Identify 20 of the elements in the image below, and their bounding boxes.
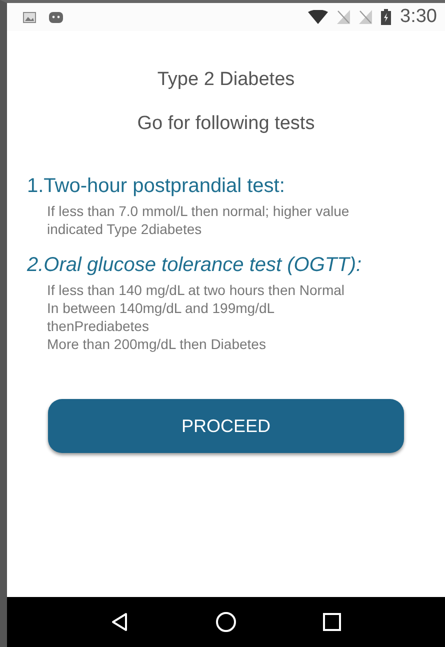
recents-icon[interactable] (322, 612, 342, 632)
test-description-line: If less than 7.0 mmol/L then normal; higher value (47, 202, 350, 220)
status-time: 3:30 (400, 6, 437, 28)
page-subtitle: Go for following tests (136, 113, 316, 135)
test-heading: 2.Oral glucose tolerance test (OGTT): (27, 254, 363, 277)
test-description-line: More than 200mg/dL then Diabetes (47, 335, 267, 353)
test-description-line: In between 140mg/dL and 199mg/dL (47, 299, 276, 317)
no-signal-icon (359, 10, 372, 24)
test-description-line: indicated Type 2diabetes (47, 220, 203, 238)
image-icon (23, 12, 36, 22)
home-icon[interactable] (214, 611, 237, 633)
wifi-icon (308, 10, 328, 24)
page-title: Type 2 Diabetes (156, 69, 296, 91)
test-description-line: thenPrediabetes (47, 317, 150, 335)
proceed-button[interactable]: PROCEED (48, 399, 404, 453)
back-icon[interactable] (110, 612, 130, 632)
battery-icon (381, 9, 392, 25)
no-signal-icon (337, 10, 350, 24)
test-description-line: If less than 140 mg/dL at two hours then Normal (47, 281, 346, 299)
test-heading: 1.Two-hour postprandial test: (27, 175, 286, 198)
